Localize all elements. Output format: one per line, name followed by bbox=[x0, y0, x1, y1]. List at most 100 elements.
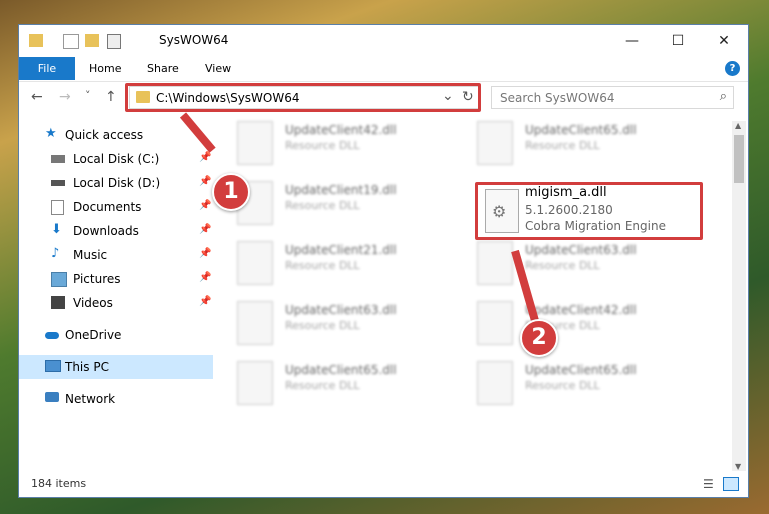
callout-badge-2: 2 bbox=[520, 319, 558, 357]
item-count: 184 items bbox=[31, 477, 87, 490]
sidebar-item-documents[interactable]: Documents 📌 bbox=[19, 195, 213, 219]
list-item[interactable]: UpdateClient42.dll Resource DLL bbox=[469, 297, 669, 347]
recent-locations-button[interactable]: ˅ bbox=[85, 89, 91, 102]
search-input[interactable]: Search SysWOW64 bbox=[500, 91, 614, 105]
list-item[interactable]: UpdateClient63.dll Resource DLL bbox=[469, 237, 669, 287]
sidebar-item-label: Downloads bbox=[73, 224, 139, 238]
search-box[interactable]: Search SysWOW64 ⌕ bbox=[491, 86, 734, 109]
file-type: Resource DLL bbox=[285, 379, 360, 392]
navigation-pane: ★ Quick access Local Disk (C:) 📌 Local D… bbox=[19, 121, 213, 463]
large-icons-view-icon[interactable] bbox=[723, 477, 739, 491]
sidebar-item-pictures[interactable]: Pictures 📌 bbox=[19, 267, 213, 291]
sidebar-item-network[interactable]: Network bbox=[19, 387, 213, 411]
sidebar-item-downloads[interactable]: ⬇ Downloads 📌 bbox=[19, 219, 213, 243]
file-name: UpdateClient63.dll bbox=[285, 303, 397, 317]
window-title: SysWOW64 bbox=[159, 33, 229, 47]
dll-file-icon bbox=[237, 241, 273, 285]
star-icon: ★ bbox=[45, 126, 57, 141]
back-button[interactable]: ← bbox=[31, 89, 43, 105]
download-arrow-icon: ⬇ bbox=[51, 222, 62, 237]
explorer-window: SysWOW64 — ☐ ✕ File Home Share View ? ← … bbox=[18, 24, 749, 498]
sidebar-item-label: Network bbox=[65, 392, 116, 406]
file-type: Resource DLL bbox=[525, 379, 600, 392]
tab-home[interactable]: Home bbox=[75, 57, 135, 80]
pin-icon: 📌 bbox=[199, 224, 212, 235]
dll-file-icon bbox=[237, 361, 273, 405]
film-icon bbox=[51, 296, 65, 309]
folder-icon bbox=[29, 34, 43, 47]
list-item[interactable]: UpdateClient19.dll Resource DLL bbox=[229, 177, 429, 227]
tab-file[interactable]: File bbox=[19, 57, 75, 80]
file-type: Resource DLL bbox=[285, 199, 360, 212]
drive-icon bbox=[51, 180, 65, 186]
pin-icon: 📌 bbox=[199, 176, 212, 187]
help-icon[interactable]: ? bbox=[725, 61, 740, 76]
cloud-icon bbox=[45, 332, 59, 339]
dll-file-icon bbox=[237, 121, 273, 165]
title-bar: SysWOW64 — ☐ ✕ bbox=[19, 25, 748, 57]
up-button[interactable]: ↑ bbox=[105, 89, 117, 105]
sidebar-item-label: Pictures bbox=[73, 272, 121, 286]
dll-file-icon bbox=[477, 301, 513, 345]
computer-icon bbox=[45, 360, 61, 372]
file-name: UpdateClient63.dll bbox=[525, 243, 637, 257]
sidebar-item-music[interactable]: ♪ Music 📌 bbox=[19, 243, 213, 267]
address-bar-highlight bbox=[125, 83, 481, 112]
search-icon: ⌕ bbox=[719, 89, 727, 104]
scrollbar-thumb[interactable] bbox=[734, 135, 744, 183]
file-type: Resource DLL bbox=[525, 259, 600, 272]
close-button[interactable]: ✕ bbox=[701, 25, 747, 57]
list-item[interactable]: UpdateClient65.dll Resource DLL bbox=[469, 117, 669, 167]
list-item[interactable]: UpdateClient42.dll Resource DLL bbox=[229, 117, 429, 167]
sidebar-item-label: Videos bbox=[73, 296, 113, 310]
file-name: UpdateClient65.dll bbox=[525, 123, 637, 137]
scroll-down-icon[interactable]: ▼ bbox=[735, 462, 741, 471]
file-highlight bbox=[475, 182, 703, 240]
file-name: UpdateClient65.dll bbox=[285, 363, 397, 377]
sidebar-item-label: This PC bbox=[65, 360, 109, 374]
sidebar-item-label: Local Disk (D:) bbox=[73, 176, 161, 190]
drive-icon bbox=[51, 155, 65, 163]
callout-badge-1: 1 bbox=[212, 173, 250, 211]
scroll-up-icon[interactable]: ▲ bbox=[735, 121, 741, 130]
list-item[interactable]: UpdateClient63.dll Resource DLL bbox=[229, 297, 429, 347]
list-item[interactable]: UpdateClient21.dll Resource DLL bbox=[229, 237, 429, 287]
file-name: UpdateClient65.dll bbox=[525, 363, 637, 377]
dll-file-icon bbox=[477, 361, 513, 405]
minimize-button[interactable]: — bbox=[609, 25, 655, 57]
vertical-scrollbar[interactable]: ▲ ▼ bbox=[732, 121, 746, 471]
file-name: UpdateClient19.dll bbox=[285, 183, 397, 197]
dll-file-icon bbox=[477, 121, 513, 165]
file-type: Resource DLL bbox=[285, 139, 360, 152]
file-name: UpdateClient42.dll bbox=[525, 303, 637, 317]
pin-icon: 📌 bbox=[199, 200, 212, 211]
network-icon bbox=[45, 392, 59, 402]
sidebar-item-onedrive[interactable]: OneDrive bbox=[19, 323, 213, 347]
properties-icon[interactable] bbox=[63, 34, 79, 49]
sidebar-item-label: Quick access bbox=[65, 128, 144, 142]
dll-file-icon bbox=[477, 241, 513, 285]
sidebar-item-quick-access[interactable]: ★ Quick access bbox=[19, 123, 213, 147]
details-view-icon[interactable]: ☰ bbox=[703, 477, 714, 491]
sidebar-item-local-disk-c[interactable]: Local Disk (C:) 📌 bbox=[19, 147, 213, 171]
pin-icon: 📌 bbox=[199, 296, 212, 307]
list-item[interactable]: UpdateClient65.dll Resource DLL bbox=[469, 357, 669, 407]
sidebar-item-label: Music bbox=[73, 248, 108, 262]
sidebar-item-local-disk-d[interactable]: Local Disk (D:) 📌 bbox=[19, 171, 213, 195]
file-list: UpdateClient42.dll Resource DLL UpdateCl… bbox=[229, 117, 729, 467]
tab-share[interactable]: Share bbox=[133, 57, 193, 80]
navigation-bar: ← → ˅ ↑ C:\Windows\SysWOW64 ⌄ ↻ Search S… bbox=[19, 82, 748, 114]
tab-view[interactable]: View bbox=[191, 57, 245, 80]
maximize-button[interactable]: ☐ bbox=[655, 25, 701, 57]
new-folder-icon[interactable] bbox=[85, 34, 99, 47]
file-name: UpdateClient21.dll bbox=[285, 243, 397, 257]
list-item[interactable]: UpdateClient65.dll Resource DLL bbox=[229, 357, 429, 407]
documents-icon bbox=[51, 200, 64, 215]
sidebar-item-this-pc[interactable]: This PC bbox=[19, 355, 213, 379]
pin-icon: 📌 bbox=[199, 272, 212, 283]
pin-icon: 📌 bbox=[199, 152, 212, 163]
pin-icon: 📌 bbox=[199, 248, 212, 259]
forward-button[interactable]: → bbox=[59, 89, 71, 105]
customize-icon[interactable] bbox=[107, 34, 121, 49]
sidebar-item-videos[interactable]: Videos 📌 bbox=[19, 291, 213, 315]
